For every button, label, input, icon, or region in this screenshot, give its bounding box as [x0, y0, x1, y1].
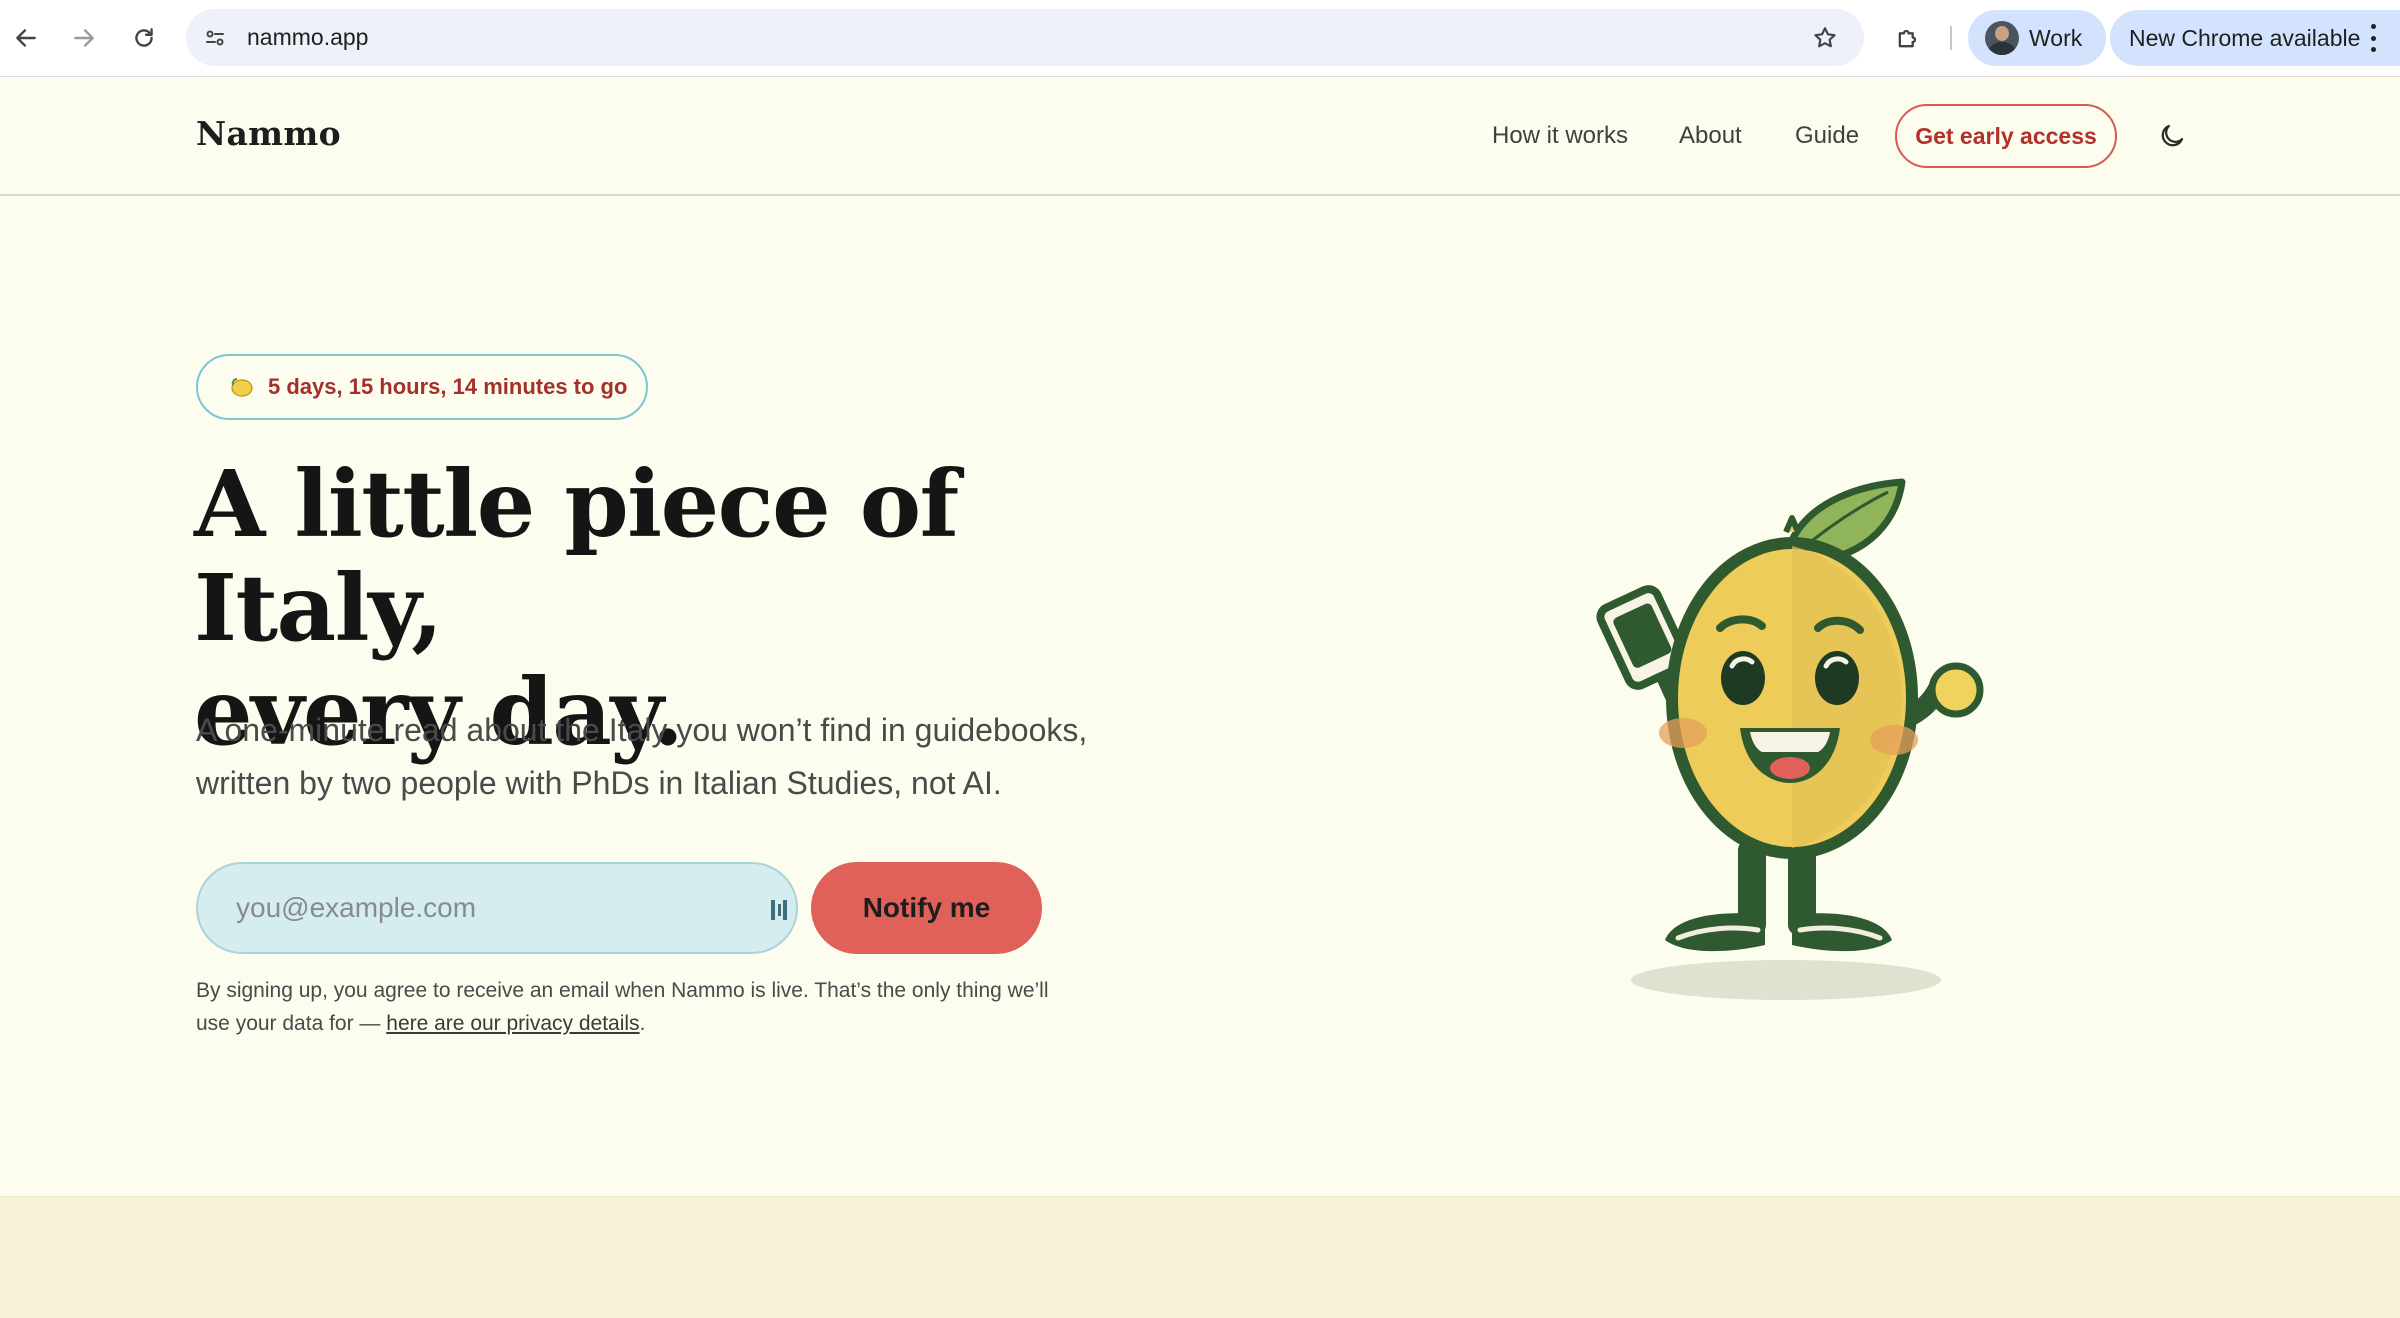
browser-toolbar: nammo.app Work New Chrome available — [0, 0, 2400, 77]
extensions-icon — [1898, 29, 1917, 48]
subhead-line-1: A one-minute read about the Italy you wo… — [196, 712, 1088, 748]
profile-button[interactable]: Work — [1968, 10, 2106, 66]
site-info-button[interactable] — [200, 23, 230, 53]
site-header: Nammo How it works About Guide Get early… — [0, 78, 2400, 196]
email-field[interactable] — [196, 862, 798, 954]
reload-icon — [135, 28, 153, 47]
lemon-icon — [230, 375, 254, 399]
back-icon — [16, 29, 36, 47]
hero-subheading: A one-minute read about the Italy you wo… — [196, 704, 1196, 810]
back-button[interactable] — [6, 18, 46, 58]
countdown-badge: 5 days, 15 hours, 14 minutes to go — [196, 354, 648, 420]
moon-icon — [2161, 124, 2184, 147]
headline-line-1: A little piece of Italy, — [194, 450, 959, 662]
more-menu-icon[interactable] — [2368, 24, 2378, 52]
next-section-band — [0, 1196, 2400, 1318]
email-input[interactable] — [236, 864, 736, 952]
notify-me-button[interactable]: Notify me — [811, 862, 1042, 954]
password-manager-icon[interactable] — [769, 898, 791, 922]
disclaimer-line-1: By signing up, you agree to receive an e… — [196, 979, 1049, 1002]
update-label: New Chrome available — [2129, 24, 2361, 51]
forward-button[interactable] — [64, 18, 104, 58]
get-early-access-button[interactable]: Get early access — [1895, 104, 2117, 168]
address-bar[interactable]: nammo.app — [186, 9, 1864, 66]
update-chrome-button[interactable]: New Chrome available — [2110, 10, 2400, 66]
avatar — [1985, 21, 2019, 55]
bookmark-button[interactable] — [1808, 21, 1842, 55]
disclaimer-period: . — [639, 1012, 646, 1035]
url-text[interactable]: nammo.app — [247, 24, 368, 51]
privacy-details-link[interactable]: here are our privacy details — [386, 1012, 639, 1035]
extensions-button[interactable] — [1888, 18, 1928, 58]
countdown-text: 5 days, 15 hours, 14 minutes to go — [268, 374, 628, 399]
bookmark-star-icon — [1814, 27, 1836, 48]
nav-about[interactable]: About — [1679, 122, 1742, 150]
disclaimer-line-2: use your data for — — [196, 1012, 387, 1035]
forward-icon — [74, 29, 94, 47]
signup-disclaimer: By signing up, you agree to receive an e… — [196, 974, 1096, 1040]
subhead-line-2: written by two people with PhDs in Itali… — [196, 765, 1002, 801]
theme-toggle-button[interactable] — [2154, 118, 2190, 154]
toolbar-divider — [1950, 26, 1952, 50]
reload-button[interactable] — [124, 18, 164, 58]
profile-label: Work — [2029, 24, 2083, 51]
site-logo[interactable]: Nammo — [196, 114, 341, 153]
nav-how-it-works[interactable]: How it works — [1492, 122, 1628, 150]
site-info-icon — [206, 30, 224, 46]
nav-guide[interactable]: Guide — [1795, 122, 1859, 150]
lemon-mascot-illustration — [1596, 478, 1984, 1000]
